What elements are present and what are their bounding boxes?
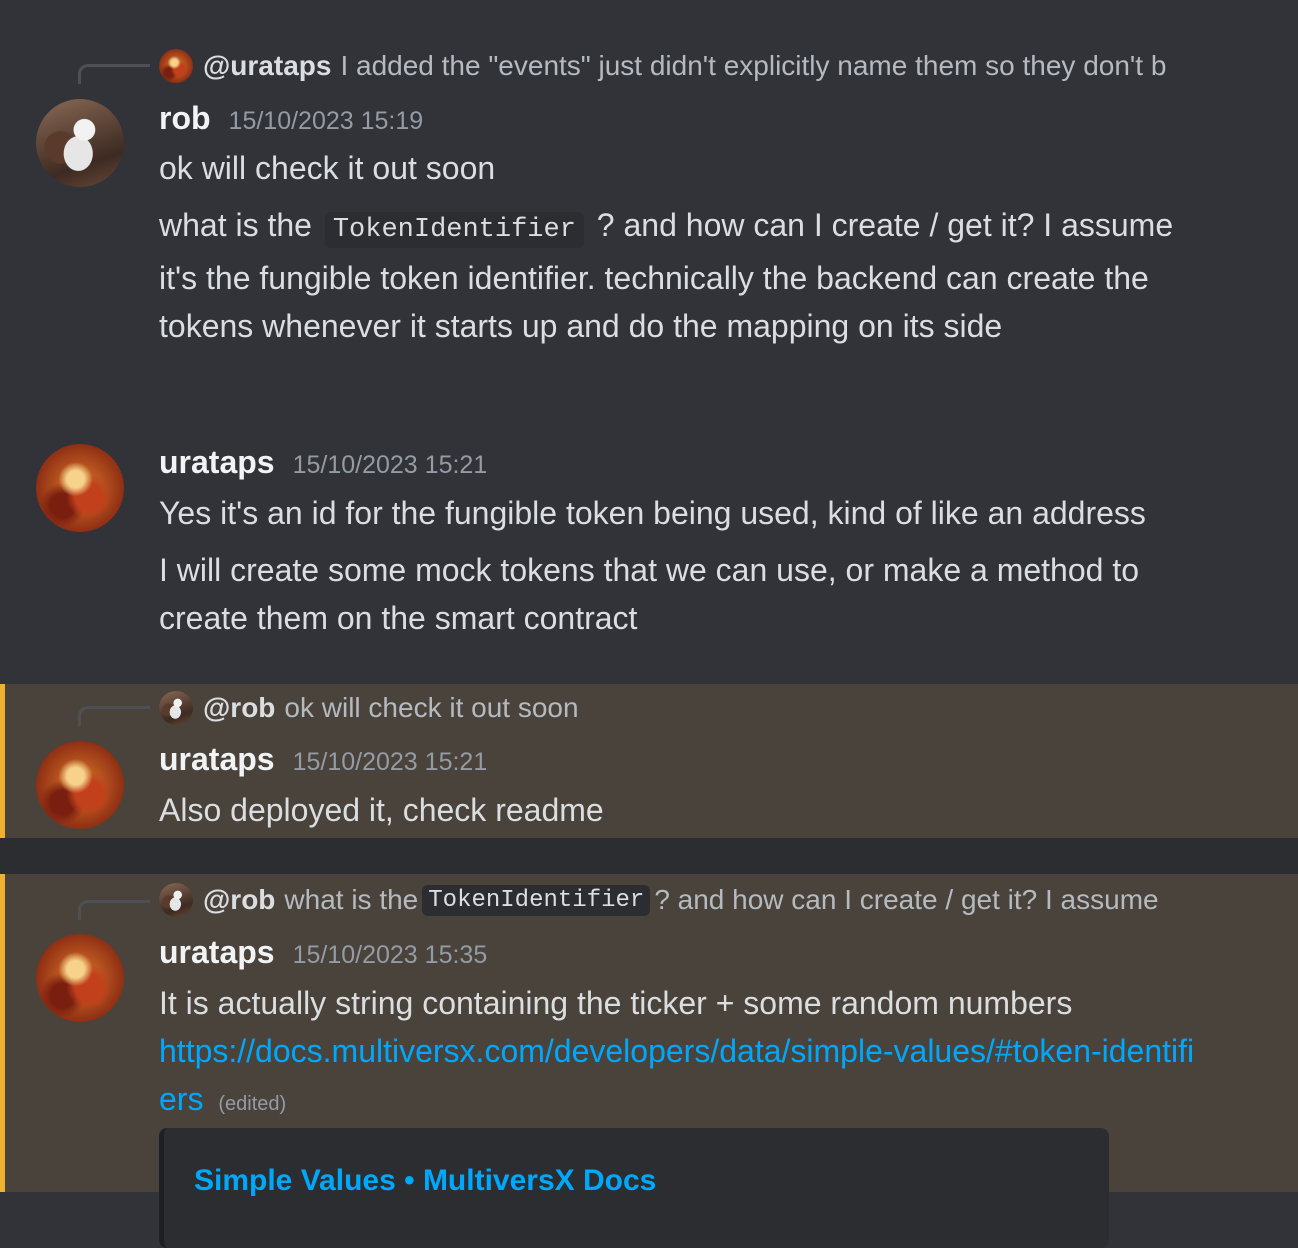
inline-code: TokenIdentifier (422, 884, 651, 916)
docs-link[interactable]: https://docs.multiversx.com/developers/d… (159, 1033, 1194, 1117)
message-urataps-2: @rob ok will check it out soon urataps 1… (0, 684, 1298, 838)
username[interactable]: urataps (159, 444, 275, 481)
reply-preview[interactable]: @rob what is the TokenIdentifier ? and h… (159, 882, 1207, 918)
message-text: It is actually string containing the tic… (159, 985, 1073, 1021)
reply-mention[interactable]: @rob (203, 884, 275, 916)
reply-preview[interactable]: @urataps I added the "events" just didn'… (159, 48, 1207, 84)
message-text: Yes it's an id for the fungible token be… (159, 495, 1146, 531)
reply-text: I added the "events" just didn't explici… (340, 50, 1167, 81)
embed-title[interactable]: Simple Values • MultiversX Docs (194, 1164, 656, 1198)
divider (0, 838, 1298, 874)
message-text: https://docs.multiversx.com/developers/d… (159, 1027, 1209, 1128)
timestamp: 15/10/2023 15:21 (292, 748, 488, 776)
inline-code: TokenIdentifier (324, 212, 584, 248)
reply-mention[interactable]: @rob (203, 692, 275, 724)
username[interactable]: rob (159, 100, 211, 137)
reply-avatar (159, 883, 193, 917)
reply-spine (78, 64, 150, 84)
avatar[interactable] (36, 99, 124, 187)
message-urataps-1: urataps 15/10/2023 15:21 Yes it's an id … (0, 420, 1298, 684)
message-text: Also deployed it, check readme (159, 792, 604, 828)
message-header: urataps 15/10/2023 15:35 (159, 934, 487, 974)
message-header: rob 15/10/2023 15:19 (159, 100, 423, 140)
avatar[interactable] (36, 444, 124, 532)
message-urataps-3: @rob what is the TokenIdentifier ? and h… (0, 874, 1298, 1248)
reply-spine (78, 900, 150, 920)
reply-avatar (159, 49, 193, 83)
reply-text: ok will check it out soon (284, 692, 579, 723)
avatar[interactable] (36, 741, 124, 829)
username[interactable]: urataps (159, 741, 275, 778)
message-text-after: ? and how can I create / get it? I assum… (159, 207, 1174, 344)
username[interactable]: urataps (159, 934, 275, 971)
message-line: ok will check it out soon (159, 150, 496, 186)
message-rob-1: @urataps I added the "events" just didn'… (0, 0, 1298, 420)
timestamp: 15/10/2023 15:19 (228, 107, 424, 135)
reply-text-before: what is the (284, 884, 419, 915)
message-text: I will create some mock tokens that we c… (159, 552, 1139, 636)
message-text: what is the TokenIdentifier ? and how ca… (159, 201, 1209, 350)
message-text-before: what is the (159, 207, 312, 243)
reply-spine (78, 706, 150, 726)
timestamp: 15/10/2023 15:21 (292, 451, 488, 479)
reply-preview[interactable]: @rob ok will check it out soon (159, 690, 1207, 726)
edited-label: (edited) (218, 1093, 287, 1115)
reply-text-after: ? and how can I create / get it? I assum… (654, 884, 1159, 915)
reply-avatar (159, 691, 193, 725)
message-header: urataps 15/10/2023 15:21 (159, 741, 487, 781)
avatar[interactable] (36, 934, 124, 1022)
link-embed[interactable]: Simple Values • MultiversX Docs (159, 1128, 1109, 1248)
message-header: urataps 15/10/2023 15:21 (159, 444, 487, 484)
reply-mention[interactable]: @urataps (203, 50, 331, 82)
timestamp: 15/10/2023 15:35 (292, 941, 488, 969)
message-text: ok will check it out soon (159, 144, 1209, 192)
